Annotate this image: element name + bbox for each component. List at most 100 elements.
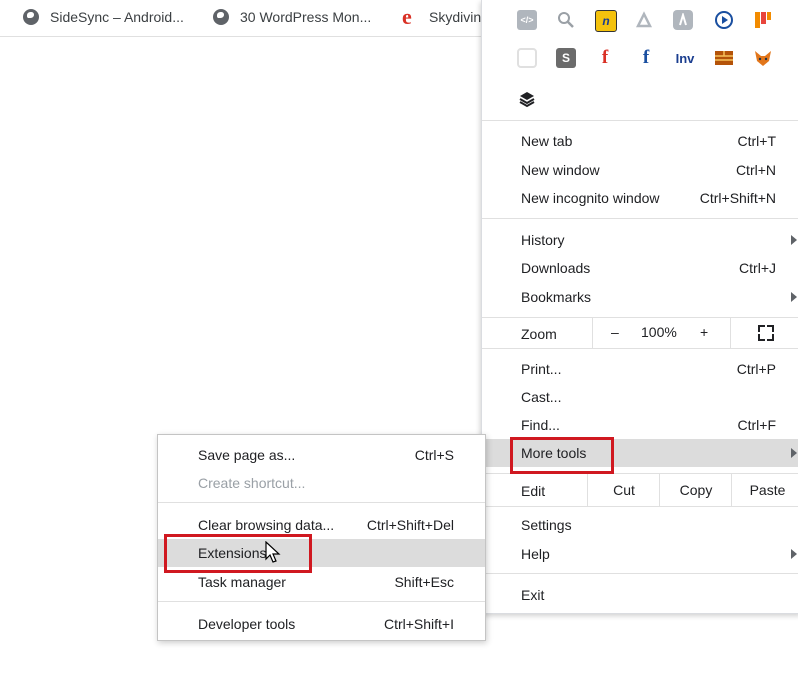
menu-label: New window xyxy=(521,162,600,178)
brick-icon[interactable] xyxy=(714,48,734,68)
submenu-create-shortcut: Create shortcut... xyxy=(158,469,485,497)
code-icon[interactable]: </> xyxy=(517,10,537,30)
leaf-icon[interactable] xyxy=(673,10,693,30)
zoom-out-button[interactable]: – xyxy=(611,324,619,340)
menu-shortcut: Ctrl+P xyxy=(736,361,776,377)
more-tools-submenu: Save page as... Ctrl+S Create shortcut..… xyxy=(157,434,486,641)
submenu-label: Developer tools xyxy=(198,616,296,632)
submenu-save-page[interactable]: Save page as... Ctrl+S xyxy=(158,441,485,469)
menu-shortcut: Ctrl+T xyxy=(737,133,777,149)
menu-label: More tools xyxy=(521,445,587,461)
fullscreen-icon xyxy=(758,325,774,341)
submenu-clear-browsing[interactable]: Clear browsing data... Ctrl+Shift+Del xyxy=(158,511,485,539)
submenu-arrow-icon xyxy=(791,235,797,245)
submenu-developer-tools[interactable]: Developer tools Ctrl+Shift+I xyxy=(158,610,485,638)
zoom-label: Zoom xyxy=(521,326,557,342)
menu-shortcut: Ctrl+Shift+N xyxy=(699,190,776,206)
bookmark-sidesync[interactable]: SideSync – Android... xyxy=(23,7,184,27)
f-blue-icon[interactable]: f xyxy=(636,47,656,68)
paste-button[interactable]: Paste xyxy=(731,474,798,506)
menu-new-window[interactable]: New window Ctrl+N xyxy=(482,156,798,184)
f-red-icon[interactable]: f xyxy=(595,47,615,68)
copy-label: Copy xyxy=(679,482,713,498)
menu-new-incognito[interactable]: New incognito window Ctrl+Shift+N xyxy=(482,184,798,212)
pocket-icon[interactable] xyxy=(517,48,537,68)
submenu-arrow-icon xyxy=(791,549,797,559)
notes-icon[interactable]: n xyxy=(595,10,617,32)
bookmark-label: 30 WordPress Mon... xyxy=(240,9,372,25)
menu-separator xyxy=(482,573,798,574)
menu-label: Downloads xyxy=(521,260,591,276)
zoom-row: Zoom – 100% + xyxy=(482,318,798,348)
submenu-label: Save page as... xyxy=(198,447,296,463)
submenu-arrow-icon xyxy=(791,448,797,458)
globe-icon xyxy=(23,9,39,25)
zoom-controls: – 100% + xyxy=(592,318,731,348)
submenu-shortcut: Ctrl+Shift+Del xyxy=(366,517,454,533)
globe-icon xyxy=(213,9,229,25)
menu-history[interactable]: History xyxy=(482,226,798,254)
copy-button[interactable]: Copy xyxy=(659,474,732,506)
menu-shortcut: Ctrl+J xyxy=(739,260,776,276)
s-letter: S xyxy=(561,51,570,65)
submenu-shortcut: Ctrl+Shift+I xyxy=(383,616,454,632)
submenu-arrow-icon xyxy=(791,292,797,302)
menu-help[interactable]: Help xyxy=(482,540,798,568)
menu-find[interactable]: Find... Ctrl+F xyxy=(482,411,798,439)
menu-separator xyxy=(482,348,798,349)
cut-button[interactable]: Cut xyxy=(587,474,660,506)
menu-separator xyxy=(482,506,798,507)
submenu-label: Clear browsing data... xyxy=(198,517,335,533)
submenu-separator xyxy=(158,502,485,503)
fox-icon[interactable] xyxy=(753,48,773,68)
menu-label: New tab xyxy=(521,133,573,149)
menu-exit[interactable]: Exit xyxy=(482,581,798,609)
cut-label: Cut xyxy=(613,482,635,498)
menu-more-tools[interactable]: More tools xyxy=(482,439,798,467)
menu-downloads[interactable]: Downloads Ctrl+J xyxy=(482,254,798,282)
submenu-extensions[interactable]: Extensions xyxy=(158,539,485,567)
bookmark-skydiving[interactable]: e Skydivin xyxy=(402,4,482,29)
pdf-icon[interactable] xyxy=(634,10,654,30)
zoom-in-button[interactable]: + xyxy=(700,324,708,340)
f-letter: f xyxy=(642,47,650,68)
s-icon[interactable]: S xyxy=(556,48,576,68)
layers-icon[interactable] xyxy=(517,89,537,109)
menu-label: Find... xyxy=(521,417,560,433)
submenu-task-manager[interactable]: Task manager Shift+Esc xyxy=(158,568,485,596)
submenu-label: Create shortcut... xyxy=(198,475,306,491)
menu-label: History xyxy=(521,232,565,248)
grid-icon[interactable] xyxy=(753,10,773,30)
menu-label: Print... xyxy=(521,361,562,377)
menu-new-tab[interactable]: New tab Ctrl+T xyxy=(482,127,798,155)
edit-row: Edit Cut Copy Paste xyxy=(482,474,798,506)
bookmark-wordpress[interactable]: 30 WordPress Mon... xyxy=(213,7,371,27)
menu-shortcut: Ctrl+F xyxy=(737,417,777,433)
menu-bookmarks[interactable]: Bookmarks xyxy=(482,283,798,311)
fullscreen-button[interactable] xyxy=(730,318,798,348)
menu-settings[interactable]: Settings xyxy=(482,511,798,539)
chrome-main-menu: </> n S f f Inv New tab Ctrl+T New windo… xyxy=(481,0,798,614)
menu-print[interactable]: Print... Ctrl+P xyxy=(482,355,798,383)
inv-icon[interactable]: Inv xyxy=(670,48,700,68)
paste-label: Paste xyxy=(749,482,786,498)
menu-label: Exit xyxy=(521,587,545,603)
bookmark-label: Skydivin xyxy=(429,9,482,25)
play-icon[interactable] xyxy=(714,10,734,30)
extensions-grid: </> n S f f Inv xyxy=(482,0,798,118)
submenu-label: Extensions xyxy=(198,545,267,561)
inspect-icon[interactable] xyxy=(556,10,576,30)
f-letter: f xyxy=(601,47,609,68)
menu-label: Help xyxy=(521,546,550,562)
submenu-shortcut: Shift+Esc xyxy=(394,574,454,590)
e-logo-icon: e xyxy=(402,4,412,29)
menu-label: Cast... xyxy=(521,389,562,405)
notes-letter: n xyxy=(602,14,610,28)
mouse-cursor-icon xyxy=(265,541,281,563)
menu-separator xyxy=(482,120,798,121)
menu-label: Bookmarks xyxy=(521,289,592,305)
menu-shortcut: Ctrl+N xyxy=(735,162,776,178)
menu-cast[interactable]: Cast... xyxy=(482,383,798,411)
edit-label: Edit xyxy=(521,483,546,499)
menu-label: New incognito window xyxy=(521,190,660,206)
